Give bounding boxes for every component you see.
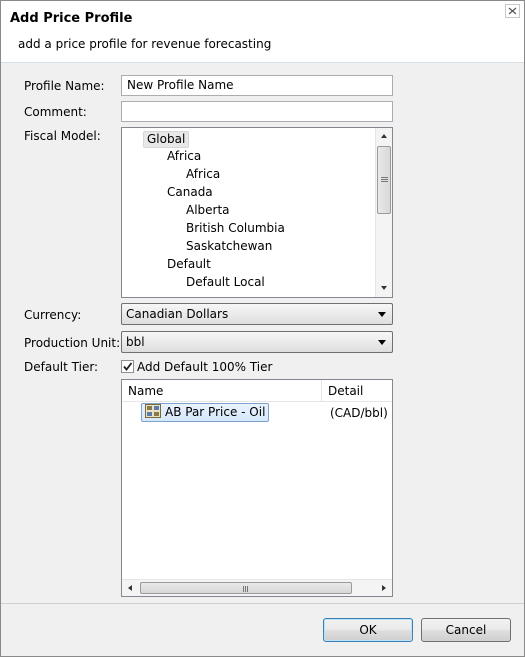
fiscal-model-tree[interactable]: Global Africa Africa Canada Alberta Brit…: [121, 127, 393, 298]
currency-label: Currency:: [24, 308, 82, 322]
comment-label: Comment:: [24, 105, 87, 119]
row-detail-text: (CAD/bbl): [330, 406, 388, 420]
profile-name-label: Profile Name:: [24, 79, 105, 93]
tree-item-default[interactable]: Default: [167, 257, 211, 272]
fiscal-model-label: Fiscal Model:: [24, 129, 101, 143]
dialog-title: Add Price Profile: [10, 11, 133, 26]
tree-vertical-scrollbar[interactable]: [375, 128, 392, 297]
close-icon[interactable]: [505, 4, 520, 18]
column-header-detail[interactable]: Detail: [322, 380, 392, 402]
price-tiers-table[interactable]: Name Detail AB Par Price - Oil (CAD/bbl): [121, 379, 393, 597]
default-tier-checkbox-label[interactable]: Add Default 100% Tier: [137, 360, 272, 374]
tree-scroll-thumb[interactable]: [377, 146, 391, 214]
price-profile-icon: [145, 404, 161, 418]
cancel-button[interactable]: Cancel: [421, 618, 511, 642]
tree-item-saskatchewan[interactable]: Saskatchewan: [186, 239, 272, 254]
tree-item-canada[interactable]: Canada: [167, 185, 213, 200]
scroll-right-icon[interactable]: [376, 580, 392, 596]
tree-item-global[interactable]: Global: [143, 131, 190, 148]
checkmark-icon: [123, 362, 133, 371]
default-tier-label: Default Tier:: [24, 360, 99, 374]
row-name-text: AB Par Price - Oil: [165, 405, 266, 419]
currency-value: Canadian Dollars: [126, 307, 229, 321]
currency-select[interactable]: Canadian Dollars: [121, 303, 393, 325]
default-tier-checkbox[interactable]: [121, 360, 134, 373]
profile-name-input[interactable]: New Profile Name: [121, 75, 393, 96]
dialog-header: Add Price Profile add a price profile fo…: [1, 1, 524, 63]
scroll-left-icon[interactable]: [122, 580, 138, 596]
production-unit-value: bbl: [126, 335, 145, 349]
table-horizontal-scrollbar[interactable]: [122, 579, 392, 596]
production-unit-select[interactable]: bbl: [121, 331, 393, 353]
scroll-up-icon[interactable]: [376, 128, 392, 144]
chevron-down-icon: [378, 340, 386, 345]
scroll-down-icon[interactable]: [376, 280, 392, 296]
tree-item-africa-region[interactable]: Africa: [167, 149, 201, 164]
tree-item-british-columbia[interactable]: British Columbia: [186, 221, 285, 236]
dialog-subtitle: add a price profile for revenue forecast…: [18, 37, 272, 51]
column-header-name[interactable]: Name: [122, 380, 322, 402]
production-unit-label: Production Unit:: [24, 336, 121, 350]
footer-divider: [1, 603, 524, 604]
tree-item-africa[interactable]: Africa: [186, 167, 220, 182]
tree-item-alberta[interactable]: Alberta: [186, 203, 230, 218]
chevron-down-icon: [378, 312, 386, 317]
table-scroll-thumb[interactable]: [140, 582, 352, 594]
ok-button[interactable]: OK: [323, 618, 413, 642]
table-row[interactable]: AB Par Price - Oil: [141, 403, 270, 422]
comment-input[interactable]: [121, 101, 393, 122]
tree-item-default-local[interactable]: Default Local: [186, 275, 265, 290]
add-price-profile-dialog: Add Price Profile add a price profile fo…: [0, 0, 525, 657]
